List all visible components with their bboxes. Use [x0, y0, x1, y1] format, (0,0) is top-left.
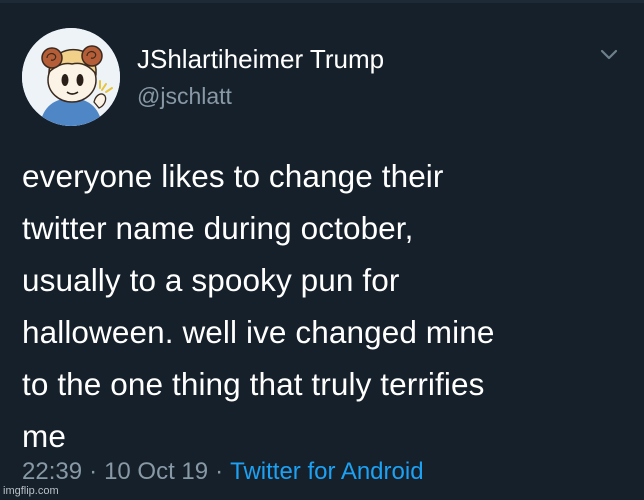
- user-handle[interactable]: @jschlatt: [137, 83, 232, 110]
- display-name[interactable]: JShlartiheimer Trump: [137, 44, 384, 75]
- watermark: imgflip.com: [3, 485, 59, 497]
- tweet-screenshot: JShlartiheimer Trump @jschlatt everyone …: [0, 0, 644, 500]
- tweet-time[interactable]: 22:39: [22, 458, 82, 486]
- tweet-source-link[interactable]: Twitter for Android: [230, 458, 423, 486]
- tweet-menu-button[interactable]: [594, 43, 624, 67]
- avatar-illustration: [22, 28, 120, 126]
- meta-separator: ·: [215, 458, 224, 485]
- tweet-metadata: 22:39 · 10 Oct 19 · Twitter for Android: [22, 458, 424, 486]
- tweet-text: everyone likes to change their twitter n…: [22, 158, 495, 454]
- tweet-date[interactable]: 10 Oct 19: [104, 458, 208, 486]
- chevron-down-icon: [600, 49, 618, 60]
- meta-separator: ·: [89, 458, 98, 485]
- avatar[interactable]: [22, 28, 120, 126]
- top-divider: [0, 0, 644, 3]
